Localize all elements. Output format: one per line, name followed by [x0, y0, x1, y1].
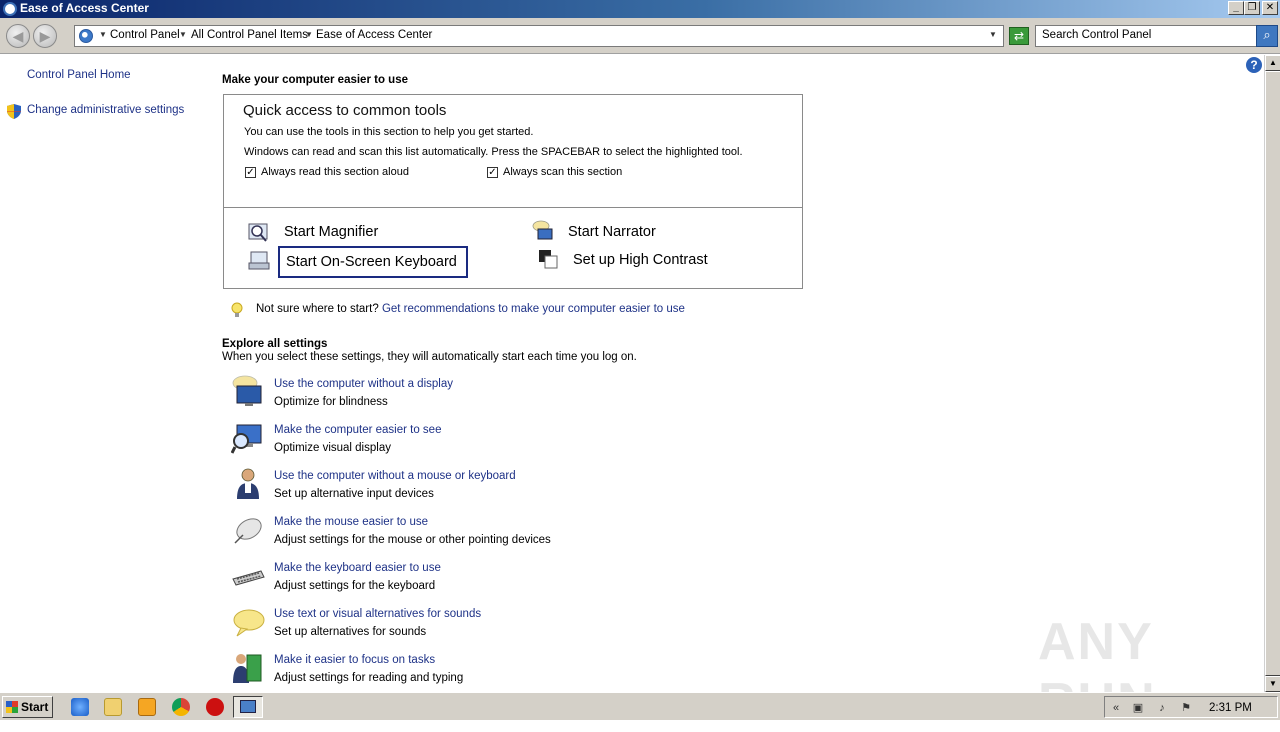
setting-desc-sound-alternatives: Set up alternatives for sounds	[274, 626, 427, 638]
page-title: Make your computer easier to use	[222, 74, 408, 86]
breadcrumb-all-items[interactable]: All Control Panel Items	[191, 29, 308, 41]
setting-link-easier-see[interactable]: Make the computer easier to see	[274, 424, 441, 436]
read-aloud-checkbox[interactable]: ✓	[245, 167, 256, 178]
setting-link-focus-tasks[interactable]: Make it easier to focus on tasks	[274, 654, 435, 666]
speech-bubble-icon	[233, 609, 265, 637]
on-screen-keyboard-icon	[248, 251, 270, 270]
chrome-icon[interactable]	[172, 698, 190, 716]
minimize-button[interactable]: _	[1228, 1, 1244, 15]
scroll-up-button[interactable]: ▲	[1265, 55, 1280, 71]
setting-desc-keyboard: Adjust settings for the keyboard	[274, 580, 436, 592]
setting-link-sound-alternatives[interactable]: Use text or visual alternatives for soun…	[274, 608, 481, 620]
vertical-scrollbar[interactable]: ▲ ▼	[1264, 55, 1280, 692]
recommendations-link[interactable]: Get recommendations to make your compute…	[382, 303, 685, 315]
mouse-icon	[234, 518, 262, 544]
start-magnifier-link[interactable]: Start Magnifier	[284, 224, 378, 240]
clock[interactable]: 2:31 PM	[1209, 702, 1252, 714]
control-panel-home-link[interactable]: Control Panel Home	[27, 69, 131, 81]
opera-icon[interactable]	[206, 698, 224, 716]
scroll-thumb[interactable]	[1265, 71, 1280, 676]
address-field[interactable]: ▼ Control Panel ▼ All Control Panel Item…	[74, 25, 1004, 47]
search-icon[interactable]: ⌕	[1256, 25, 1278, 47]
setting-link-mouse[interactable]: Make the mouse easier to use	[274, 516, 428, 528]
volume-icon[interactable]: ♪	[1155, 701, 1169, 715]
search-input[interactable]: Search Control Panel	[1035, 25, 1257, 47]
chevron-down-icon[interactable]: ▼	[305, 30, 313, 39]
ease-of-access-icon	[3, 2, 17, 16]
quick-access-title: Quick access to common tools	[243, 102, 447, 119]
quick-access-description: You can use the tools in this section to…	[244, 126, 534, 138]
section-divider	[224, 207, 802, 208]
monitor-magnifier-icon	[231, 424, 262, 454]
keyboard-icon	[232, 570, 265, 586]
quick-access-panel: Quick access to common tools You can use…	[223, 94, 803, 289]
read-aloud-label[interactable]: Always read this section aloud	[261, 166, 409, 178]
navigation-bar: ◀ ▶ ▼ Control Panel ▼ All Control Panel …	[0, 18, 1280, 54]
help-button[interactable]: ?	[1246, 57, 1262, 73]
magnifier-icon	[248, 223, 268, 242]
start-narrator-link[interactable]: Start Narrator	[568, 224, 656, 240]
explore-heading: Explore all settings	[222, 338, 328, 350]
folder-icon[interactable]	[104, 698, 122, 716]
chevron-down-icon[interactable]: ▼	[179, 30, 187, 39]
internet-explorer-icon[interactable]	[71, 698, 89, 716]
taskbar-ease-of-access-button[interactable]	[233, 696, 263, 718]
setting-link-no-mouse-keyboard[interactable]: Use the computer without a mouse or keyb…	[274, 470, 516, 482]
title-bar: Ease of Access Center _ ❐ ✕	[0, 0, 1280, 18]
start-on-screen-keyboard-link[interactable]: Start On-Screen Keyboard	[286, 254, 457, 270]
breadcrumb-control-panel[interactable]: Control Panel	[110, 29, 180, 41]
action-center-flag-icon[interactable]: ⚑	[1179, 701, 1193, 715]
setting-desc-no-display: Optimize for blindness	[274, 396, 388, 408]
setting-link-no-display[interactable]: Use the computer without a display	[274, 378, 453, 390]
system-tray: « ▣ ♪ ⚑ 2:31 PM	[1104, 696, 1278, 718]
control-panel-icon	[240, 700, 256, 713]
taskbar: Start « ▣ ♪ ⚑ 2:31 PM	[0, 692, 1280, 720]
media-player-icon[interactable]	[138, 698, 156, 716]
scan-section-checkbox[interactable]: ✓	[487, 167, 498, 178]
setting-link-keyboard[interactable]: Make the keyboard easier to use	[274, 562, 441, 574]
start-label: Start	[21, 700, 49, 714]
quick-access-instructions: Windows can read and scan this list auto…	[244, 146, 743, 158]
maximize-button[interactable]: ❐	[1244, 1, 1260, 15]
tip-prefix: Not sure where to start?	[256, 303, 379, 315]
setting-desc-mouse: Adjust settings for the mouse or other p…	[274, 534, 551, 546]
windows-logo-icon	[6, 701, 18, 713]
person-book-icon	[233, 654, 262, 683]
explore-subheading: When you select these settings, they wil…	[222, 351, 637, 363]
network-icon[interactable]: ▣	[1131, 701, 1145, 715]
set-up-high-contrast-link[interactable]: Set up High Contrast	[573, 252, 708, 268]
start-button[interactable]: Start	[2, 696, 53, 718]
refresh-button[interactable]: ⇄	[1009, 27, 1029, 45]
setting-desc-focus-tasks: Adjust settings for reading and typing	[274, 672, 464, 684]
back-button[interactable]: ◀	[6, 24, 30, 48]
window-title: Ease of Access Center	[20, 1, 149, 15]
forward-button[interactable]: ▶	[33, 24, 57, 48]
monitor-speaker-icon	[232, 375, 262, 406]
setting-desc-no-mouse-keyboard: Set up alternative input devices	[274, 488, 434, 500]
control-panel-icon	[79, 29, 93, 43]
change-admin-settings-link[interactable]: Change administrative settings	[27, 104, 184, 116]
high-contrast-icon	[539, 250, 558, 269]
person-icon	[237, 468, 259, 499]
lightbulb-icon	[231, 302, 243, 317]
shield-icon	[7, 104, 21, 119]
breadcrumb-ease-of-access[interactable]: Ease of Access Center	[316, 29, 432, 41]
narrator-icon	[532, 220, 553, 240]
chevron-down-icon[interactable]: ▼	[99, 30, 107, 39]
close-button[interactable]: ✕	[1262, 1, 1278, 15]
address-dropdown-icon[interactable]: ▼	[989, 30, 997, 39]
setting-desc-easier-see: Optimize visual display	[274, 442, 391, 454]
tip-text: Not sure where to start? Get recommendat…	[256, 303, 685, 315]
tray-expand-icon[interactable]: «	[1109, 701, 1123, 715]
scan-section-label[interactable]: Always scan this section	[503, 166, 622, 178]
